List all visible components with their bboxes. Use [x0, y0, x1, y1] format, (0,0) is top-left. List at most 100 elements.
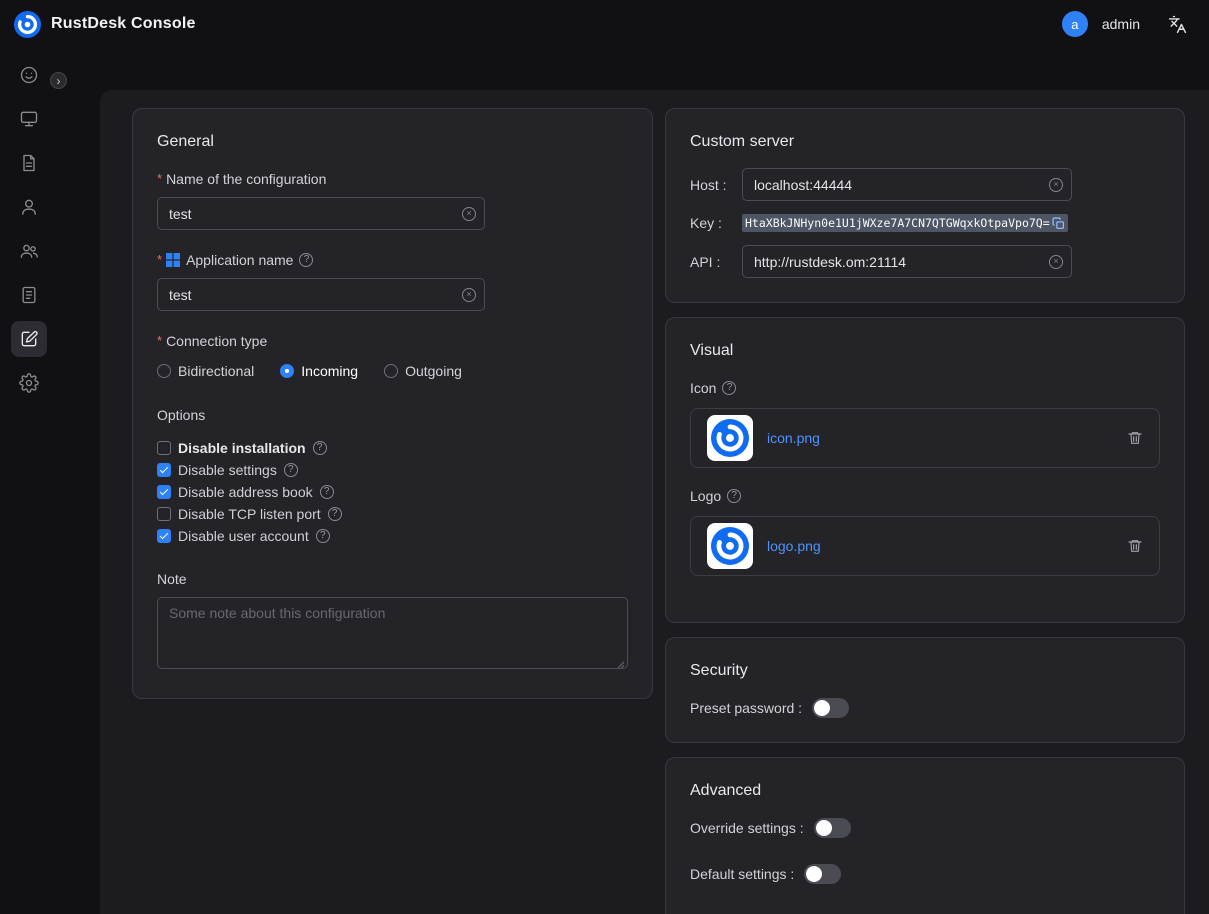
copy-icon[interactable]: [1052, 217, 1065, 230]
checkbox-disable-installation[interactable]: Disable installation ?: [157, 437, 628, 459]
config-name-input[interactable]: [157, 197, 485, 230]
preset-password-toggle[interactable]: [812, 698, 849, 718]
trash-icon[interactable]: [1127, 538, 1143, 554]
logo-label: Logo: [690, 488, 721, 504]
windows-icon: [166, 253, 180, 267]
card-title-security: Security: [690, 662, 1160, 680]
api-input-wrap: ×: [742, 245, 1072, 278]
visual-card: Visual Icon ? icon.png: [665, 317, 1185, 623]
sidebar-item-status face-icon[interactable]: [11, 57, 47, 93]
checkbox-disable-settings[interactable]: Disable settings ?: [157, 459, 628, 481]
brand[interactable]: RustDesk Console: [14, 11, 196, 38]
icon-file-link[interactable]: icon.png: [767, 430, 820, 446]
sidebar-item-logs logbook-icon[interactable]: [11, 277, 47, 313]
help-icon[interactable]: ?: [328, 507, 342, 521]
logo-upload-box[interactable]: logo.png: [690, 516, 1160, 576]
advanced-card: Advanced Override settings : Default set…: [665, 757, 1185, 914]
default-settings-label: Default settings :: [690, 866, 794, 882]
clear-icon[interactable]: ×: [1049, 178, 1063, 192]
required-marker: *: [157, 252, 162, 267]
card-title-general: General: [157, 133, 628, 151]
preset-password-label: Preset password :: [690, 700, 802, 716]
rustdesk-logo-icon: [14, 11, 41, 38]
checkbox-box[interactable]: [157, 485, 171, 499]
help-icon[interactable]: ?: [320, 485, 334, 499]
help-icon[interactable]: ?: [299, 253, 313, 267]
required-marker: *: [157, 333, 162, 348]
sidebar: [0, 48, 58, 914]
logo-preview-image: [707, 523, 753, 569]
logo-file-link[interactable]: logo.png: [767, 538, 821, 554]
icon-upload-box[interactable]: icon.png: [690, 408, 1160, 468]
user-name[interactable]: admin: [1102, 16, 1140, 32]
note-label: Note: [157, 571, 628, 587]
application-name-input[interactable]: [157, 278, 485, 311]
config-name-input-wrap: ×: [157, 197, 485, 230]
host-row: Host : ×: [690, 168, 1160, 201]
application-name-input-wrap: ×: [157, 278, 485, 311]
connection-type-radios: Bidirectional Incoming Outgoing: [157, 363, 628, 379]
key-row: Key : HtaXBkJNHyn0e1U1jWXze7A7CN7QTGWqxk…: [690, 214, 1160, 232]
radio-bidirectional[interactable]: Bidirectional: [157, 363, 254, 379]
checkbox-box[interactable]: [157, 507, 171, 521]
radio-dot[interactable]: [280, 364, 294, 378]
checkbox-box[interactable]: [157, 463, 171, 477]
sidebar-item-documents document-icon[interactable]: [11, 145, 47, 181]
checkbox-disable-user-account[interactable]: Disable user account ?: [157, 525, 628, 547]
icon-label-row: Icon ?: [690, 380, 1160, 396]
radio-dot[interactable]: [384, 364, 398, 378]
default-settings-row: Default settings :: [690, 864, 1160, 884]
server-key-value[interactable]: HtaXBkJNHyn0e1U1jWXze7A7CN7QTGWqxkOtpaVp…: [745, 216, 1050, 230]
user-avatar[interactable]: a: [1062, 11, 1088, 37]
card-title-visual: Visual: [690, 342, 1160, 360]
custom-server-card: Custom server Host : × Key : HtaXBkJNHyn…: [665, 108, 1185, 303]
override-settings-label: Override settings :: [690, 820, 804, 836]
key-label: Key :: [690, 215, 742, 231]
host-input[interactable]: [742, 168, 1072, 201]
host-input-wrap: ×: [742, 168, 1072, 201]
radio-outgoing[interactable]: Outgoing: [384, 363, 462, 379]
card-title-advanced: Advanced: [690, 782, 1160, 800]
help-icon[interactable]: ?: [313, 441, 327, 455]
help-icon[interactable]: ?: [284, 463, 298, 477]
checkbox-disable-tcp-listen-port[interactable]: Disable TCP listen port ?: [157, 503, 628, 525]
connection-type-label: * Connection type: [157, 333, 628, 349]
icon-label: Icon: [690, 380, 716, 396]
clear-icon[interactable]: ×: [1049, 255, 1063, 269]
override-settings-toggle[interactable]: [814, 818, 851, 838]
checkbox-box[interactable]: [157, 529, 171, 543]
api-input[interactable]: [742, 245, 1072, 278]
override-settings-row: Override settings :: [690, 818, 1160, 838]
sidebar-item-settings gear-icon[interactable]: [11, 365, 47, 401]
clear-icon[interactable]: ×: [462, 207, 476, 221]
topbar: RustDesk Console a admin: [0, 0, 1209, 48]
main-content: General * Name of the configuration × * …: [100, 90, 1209, 914]
sidebar-item-custom-clients edit-square-icon[interactable]: [11, 321, 47, 357]
sidebar-expand-button chevron-right-icon[interactable]: ›: [50, 72, 67, 89]
config-name-label: * Name of the configuration: [157, 171, 628, 187]
api-row: API : ×: [690, 245, 1160, 278]
sidebar-item-groups users-icon[interactable]: [11, 233, 47, 269]
clear-icon[interactable]: ×: [462, 288, 476, 302]
help-icon[interactable]: ?: [727, 489, 741, 503]
security-card: Security Preset password :: [665, 637, 1185, 743]
trash-icon[interactable]: [1127, 430, 1143, 446]
host-label: Host :: [690, 177, 742, 193]
translate-icon[interactable]: [1168, 15, 1187, 34]
help-icon[interactable]: ?: [316, 529, 330, 543]
logo-label-row: Logo ?: [690, 488, 1160, 504]
radio-incoming[interactable]: Incoming: [280, 363, 358, 379]
sidebar-item-devices monitor-icon[interactable]: [11, 101, 47, 137]
help-icon[interactable]: ?: [722, 381, 736, 395]
checkbox-box[interactable]: [157, 441, 171, 455]
card-title-custom-server: Custom server: [690, 133, 1160, 151]
options-list: Disable installation ? Disable settings …: [157, 437, 628, 547]
default-settings-toggle[interactable]: [804, 864, 841, 884]
general-card: General * Name of the configuration × * …: [132, 108, 653, 699]
note-textarea[interactable]: [157, 597, 628, 669]
icon-preview-image: [707, 415, 753, 461]
radio-dot[interactable]: [157, 364, 171, 378]
checkbox-disable-address-book[interactable]: Disable address book ?: [157, 481, 628, 503]
note-textarea-wrap: [157, 597, 628, 674]
sidebar-item-users user-icon[interactable]: [11, 189, 47, 225]
